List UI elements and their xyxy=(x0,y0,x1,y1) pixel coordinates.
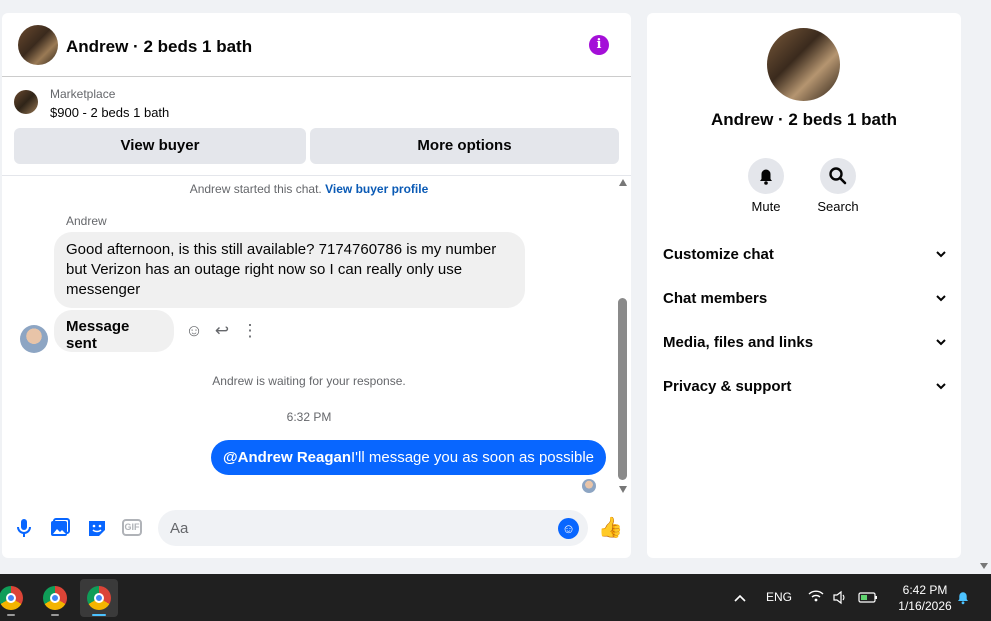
view-buyer-profile-link[interactable]: View buyer profile xyxy=(325,182,428,196)
taskbar-chrome-1[interactable] xyxy=(0,579,30,617)
taskbar-chrome-3[interactable] xyxy=(80,579,118,617)
scroll-down-arrow-icon[interactable] xyxy=(980,563,988,569)
section-customize-chat[interactable]: Customize chat xyxy=(663,243,947,267)
chrome-icon xyxy=(87,586,111,610)
message-scrollbar[interactable] xyxy=(616,176,630,498)
section-label: Customize chat xyxy=(663,246,774,263)
scrollbar-thumb[interactable] xyxy=(618,298,627,480)
notification-bell-icon[interactable] xyxy=(956,589,970,609)
running-indicator xyxy=(7,614,15,616)
volume-icon[interactable] xyxy=(831,574,849,621)
chat-title[interactable]: Andrew · 2 beds 1 bath xyxy=(66,37,252,57)
message-list: Andrew started this chat. View buyer pro… xyxy=(2,176,616,498)
battery-icon[interactable] xyxy=(857,574,879,621)
section-media-files-links[interactable]: Media, files and links xyxy=(663,331,947,355)
chat-panel: Andrew · 2 beds 1 bath i Marketplace $90… xyxy=(2,13,631,558)
incoming-message-bubble[interactable]: Good afternoon, is this still available?… xyxy=(54,232,525,308)
chrome-icon xyxy=(43,586,67,610)
chevron-down-icon xyxy=(935,331,947,363)
message-timestamp: 6:32 PM xyxy=(286,410,332,424)
user-avatar[interactable] xyxy=(20,325,48,353)
taskbar: ENG 6:42 PM 1/16/2026 xyxy=(0,574,991,621)
section-chat-members[interactable]: Chat members xyxy=(663,287,947,311)
info-icon[interactable]: i xyxy=(589,35,609,55)
more-vertical-icon[interactable]: ⋮ xyxy=(240,321,260,341)
thumbs-up-icon[interactable]: 👍 xyxy=(598,516,623,540)
clock-date: 1/16/2026 xyxy=(898,599,952,613)
wifi-icon[interactable] xyxy=(807,574,825,621)
search-label: Search xyxy=(817,199,859,214)
scroll-up-arrow-icon[interactable] xyxy=(619,179,627,186)
scroll-down-arrow-icon[interactable] xyxy=(619,486,627,493)
chevron-up-icon[interactable] xyxy=(733,574,747,621)
outgoing-message-text: I'll message you as soon as possible xyxy=(351,449,594,466)
details-title: Andrew · 2 beds 1 bath xyxy=(710,110,898,129)
sticker-icon[interactable] xyxy=(85,516,109,540)
section-label: Chat members xyxy=(663,290,768,307)
section-label: Media, files and links xyxy=(663,334,814,351)
search-button[interactable] xyxy=(820,158,856,194)
section-privacy-support[interactable]: Privacy & support xyxy=(663,375,947,399)
message-input-box[interactable]: ☺ xyxy=(158,510,588,546)
seen-avatar xyxy=(582,479,596,493)
waiting-notice: Andrew is waiting for your response. xyxy=(212,374,406,388)
microphone-icon[interactable] xyxy=(12,516,36,540)
message-sent-bubble[interactable]: Message sent xyxy=(54,310,174,352)
taskbar-chrome-2[interactable] xyxy=(36,579,74,617)
chat-header: Andrew · 2 beds 1 bath i xyxy=(2,13,631,77)
chevron-down-icon xyxy=(935,375,947,407)
running-indicator xyxy=(92,614,106,616)
chevron-down-icon xyxy=(935,287,947,319)
running-indicator xyxy=(51,614,59,616)
listing-thumbnail[interactable] xyxy=(14,90,38,114)
listing-price-title[interactable]: $900 - 2 beds 1 bath xyxy=(50,105,169,120)
language-indicator[interactable]: ENG xyxy=(766,574,792,621)
marketplace-listing-card: Marketplace $900 - 2 beds 1 bath View bu… xyxy=(2,78,631,175)
chat-started-notice: Andrew started this chat. View buyer pro… xyxy=(2,182,616,196)
listing-avatar[interactable] xyxy=(18,25,58,65)
react-emoji-icon[interactable]: ☺ xyxy=(184,321,204,341)
outgoing-message-bubble[interactable]: @Andrew ReaganI'll message you as soon a… xyxy=(211,440,606,475)
section-label: Privacy & support xyxy=(663,378,792,395)
conversation-details-panel: Andrew · 2 beds 1 bath Mute Search Custo… xyxy=(647,13,961,558)
mention[interactable]: @Andrew Reagan xyxy=(223,449,351,466)
clock-time: 6:42 PM xyxy=(902,583,948,597)
chevron-down-icon xyxy=(935,243,947,275)
message-input[interactable] xyxy=(170,510,550,546)
gif-icon[interactable]: GIF xyxy=(122,519,142,536)
chat-started-text: Andrew started this chat. xyxy=(189,182,322,196)
more-options-button[interactable]: More options xyxy=(310,128,619,164)
mute-label: Mute xyxy=(751,199,781,214)
details-avatar[interactable] xyxy=(767,28,840,101)
listing-category: Marketplace xyxy=(50,87,116,101)
photo-icon[interactable] xyxy=(48,516,72,540)
sender-name: Andrew xyxy=(66,214,107,228)
view-buyer-button[interactable]: View buyer xyxy=(14,128,306,164)
emoji-icon[interactable]: ☺ xyxy=(558,518,579,539)
taskbar-clock[interactable]: 6:42 PM 1/16/2026 xyxy=(887,582,963,614)
composer: GIF ☺ 👍 xyxy=(2,508,631,548)
mute-button[interactable] xyxy=(748,158,784,194)
page-scrollbar[interactable] xyxy=(978,0,991,574)
chrome-icon xyxy=(0,586,23,610)
reply-icon[interactable]: ↩ xyxy=(212,321,232,341)
